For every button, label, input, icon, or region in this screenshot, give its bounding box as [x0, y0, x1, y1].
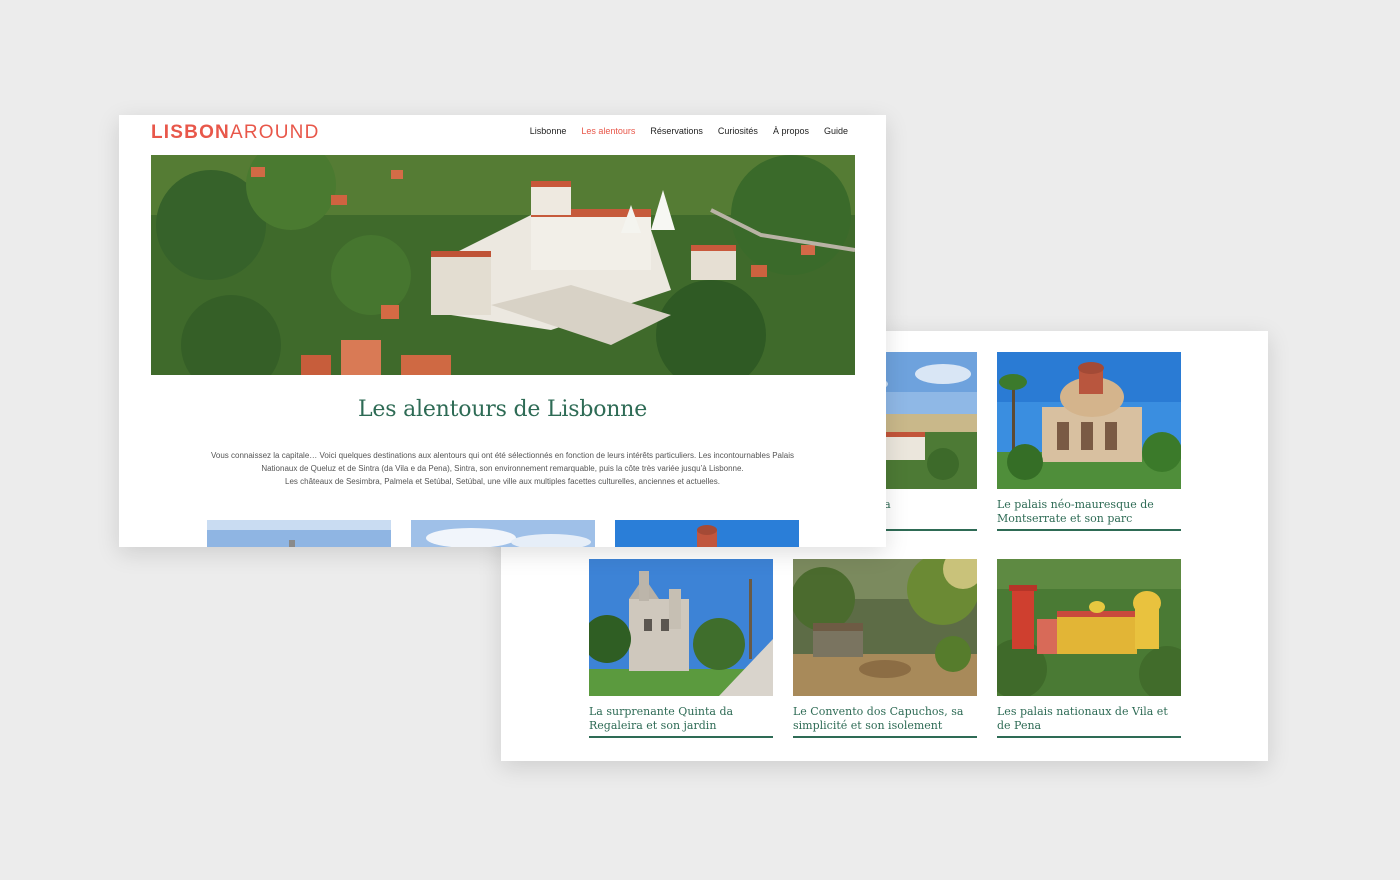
card-image-peek[interactable]	[411, 520, 595, 547]
destination-card-title[interactable]: La surprenante Quinta da Regaleira et so…	[589, 705, 773, 733]
nav-item-curiosites[interactable]: Curiosités	[718, 126, 758, 136]
card-underline	[997, 736, 1181, 738]
page-title: Les alentours de Lisbonne	[357, 397, 648, 422]
card-underline	[793, 736, 977, 738]
card-image-peek[interactable]	[207, 520, 391, 547]
intro-line: Les châteaux de Sesimbra, Palmela et Set…	[285, 477, 720, 486]
destination-card-montserrate[interactable]: Le palais néo-mauresque de Montserrate e…	[997, 352, 1181, 531]
nav-item-lisbonne[interactable]: Lisbonne	[530, 126, 567, 136]
destination-card-pena[interactable]: Les palais nationaux de Vila et de Pena	[997, 559, 1181, 738]
nav-item-guide[interactable]: Guide	[824, 126, 848, 136]
nav-item-a-propos[interactable]: À propos	[773, 126, 809, 136]
destination-card-title[interactable]: Le palais néo-mauresque de Montserrate e…	[997, 498, 1181, 526]
destination-card-regaleira[interactable]: La surprenante Quinta da Regaleira et so…	[589, 559, 773, 738]
card-underline	[589, 736, 773, 738]
montserrate-palace-image	[997, 352, 1181, 489]
destination-card-title[interactable]: Les palais nationaux de Vila et de Pena	[997, 705, 1181, 733]
card-underline	[997, 529, 1181, 531]
nav-item-reservations[interactable]: Réservations	[650, 126, 703, 136]
intro-line: Nationaux de Queluz et de Sintra (da Vil…	[261, 464, 744, 473]
intro-paragraph: Vous connaissez la capitale… Voici quelq…	[199, 449, 806, 488]
alentours-page: LISBONAROUND Lisbonne Les alentours Rése…	[119, 115, 886, 547]
main-nav: Lisbonne Les alentours Réservations Curi…	[530, 126, 848, 136]
hero-image	[151, 155, 855, 375]
convento-capuchos-image	[793, 559, 977, 696]
logo-bold-text: LISBON	[151, 122, 230, 143]
logo-light-text: AROUND	[229, 122, 320, 143]
site-logo[interactable]: LISBONAROUND	[151, 122, 320, 144]
intro-line: Vous connaissez la capitale… Voici quelq…	[210, 451, 795, 460]
card-image-peek[interactable]	[615, 520, 799, 547]
quinta-regaleira-image	[589, 559, 773, 696]
destination-card-title[interactable]: Le Convento dos Capuchos, sa simplicité …	[793, 705, 977, 733]
nav-item-alentours[interactable]: Les alentours	[581, 126, 635, 136]
pena-palace-image	[997, 559, 1181, 696]
destination-card-capuchos[interactable]: Le Convento dos Capuchos, sa simplicité …	[793, 559, 977, 738]
